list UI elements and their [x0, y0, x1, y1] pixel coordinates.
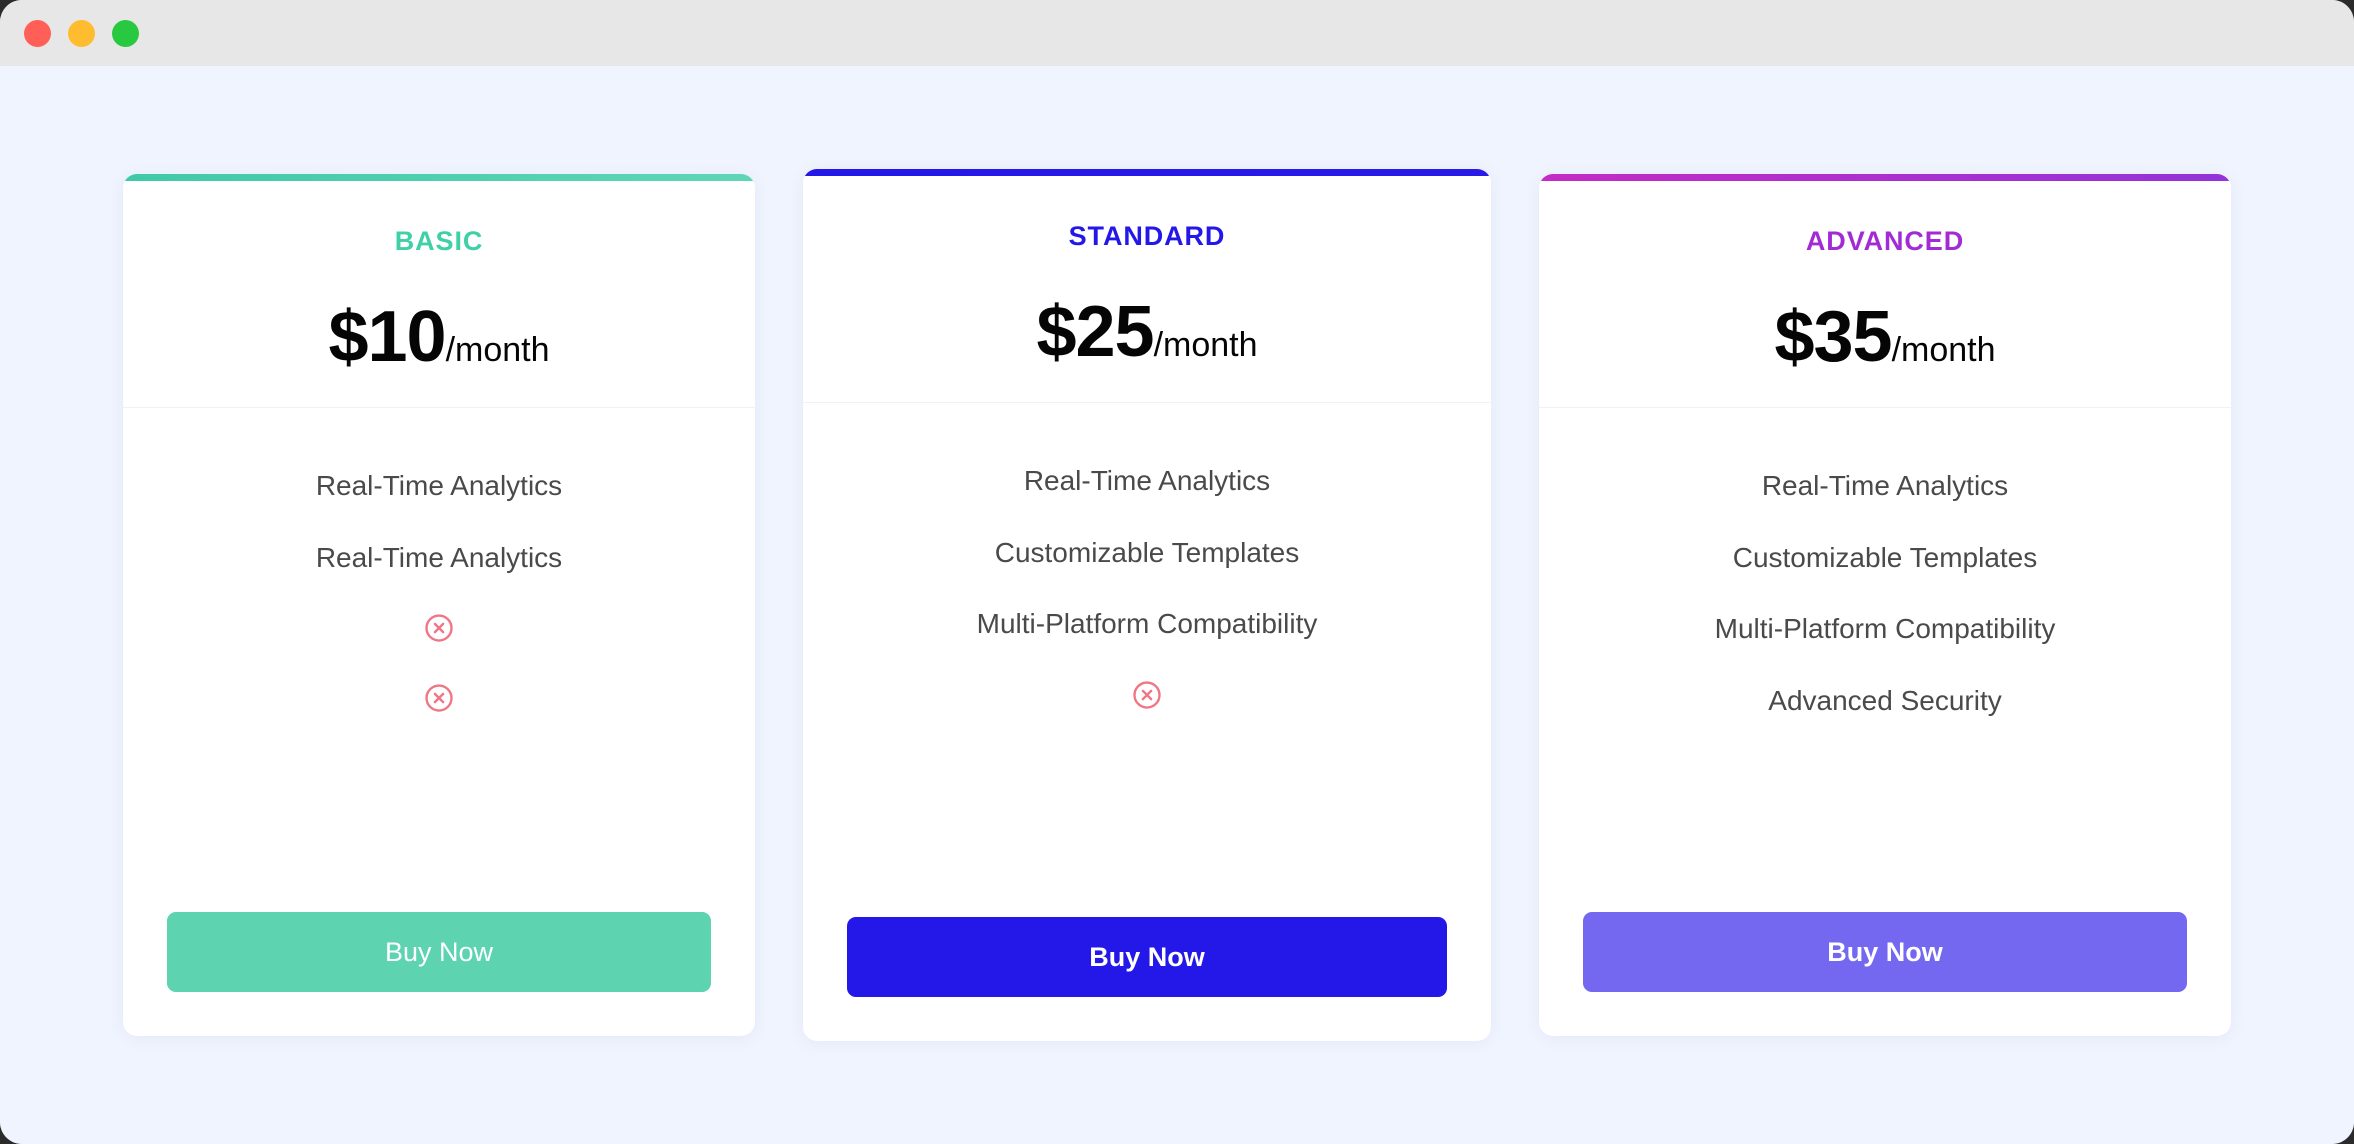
- buy-button-wrap: Buy Now: [1539, 912, 2231, 1036]
- title-bar: [0, 0, 2354, 66]
- price-period: /month: [1891, 331, 1996, 369]
- price-amount: $35: [1774, 297, 1892, 377]
- circle-x-icon: [1133, 681, 1161, 709]
- buy-now-button[interactable]: Buy Now: [167, 912, 711, 992]
- feature-item: Real-Time Analytics: [1761, 470, 2009, 501]
- maximize-window-button[interactable]: [112, 19, 139, 47]
- plan-price: $25 /month: [1036, 296, 1257, 368]
- feature-unavailable: [414, 663, 464, 733]
- price-amount: $25: [1036, 292, 1154, 372]
- pricing-card-advanced[interactable]: ADVANCED $35 /month Real-Time Analytics C…: [1539, 174, 2231, 1036]
- card-header: STANDARD $25 /month: [803, 169, 1491, 403]
- feature-item: Real-Time Analytics: [315, 470, 563, 501]
- feature-unavailable: [1122, 660, 1172, 730]
- price-period: /month: [1153, 326, 1258, 364]
- close-window-button[interactable]: [24, 19, 51, 47]
- plan-price: $10 /month: [328, 301, 549, 373]
- buy-button-wrap: Buy Now: [803, 917, 1491, 1041]
- plan-name: BASIC: [394, 226, 484, 256]
- buy-now-button[interactable]: Buy Now: [847, 917, 1447, 997]
- plan-name: ADVANCED: [1805, 226, 1965, 256]
- feature-item: Real-Time Analytics: [1023, 465, 1271, 496]
- price-amount: $10: [328, 297, 446, 377]
- feature-list: Real-Time Analytics Real-Time Analytics: [123, 408, 755, 912]
- pricing-page: BASIC $10 /month Real-Time Analytics Real…: [0, 66, 2354, 1144]
- feature-item: Customizable Templates: [1732, 541, 2038, 573]
- card-accent-bar: [803, 169, 1491, 176]
- pricing-cards-container: BASIC $10 /month Real-Time Analytics Real…: [0, 66, 2354, 1144]
- plan-name: STANDARD: [1068, 221, 1226, 251]
- feature-item: Advanced Security: [1768, 684, 2002, 716]
- pricing-card-basic[interactable]: BASIC $10 /month Real-Time Analytics Real…: [123, 174, 755, 1036]
- plan-price: $35 /month: [1774, 301, 1995, 373]
- app-window: BASIC $10 /month Real-Time Analytics Real…: [0, 0, 2354, 1144]
- price-period: /month: [445, 331, 550, 369]
- buy-button-wrap: Buy Now: [123, 912, 755, 1036]
- feature-list: Real-Time Analytics Customizable Template…: [803, 403, 1491, 917]
- feature-item: Real-Time Analytics: [315, 541, 563, 573]
- circle-x-icon: [425, 614, 453, 642]
- circle-x-icon: [425, 684, 453, 712]
- feature-item: Multi-Platform Compatibility: [976, 608, 1318, 640]
- card-header: BASIC $10 /month: [123, 174, 755, 408]
- card-accent-bar: [123, 174, 755, 181]
- card-header: ADVANCED $35 /month: [1539, 174, 2231, 408]
- buy-now-button[interactable]: Buy Now: [1583, 912, 2187, 992]
- feature-list: Real-Time Analytics Customizable Template…: [1539, 408, 2231, 912]
- feature-item: Multi-Platform Compatibility: [1714, 613, 2056, 645]
- card-accent-bar: [1539, 174, 2231, 181]
- feature-unavailable: [414, 593, 464, 663]
- feature-item: Customizable Templates: [994, 536, 1300, 568]
- pricing-card-standard[interactable]: STANDARD $25 /month Real-Time Analytics C…: [803, 169, 1491, 1041]
- minimize-window-button[interactable]: [68, 19, 95, 47]
